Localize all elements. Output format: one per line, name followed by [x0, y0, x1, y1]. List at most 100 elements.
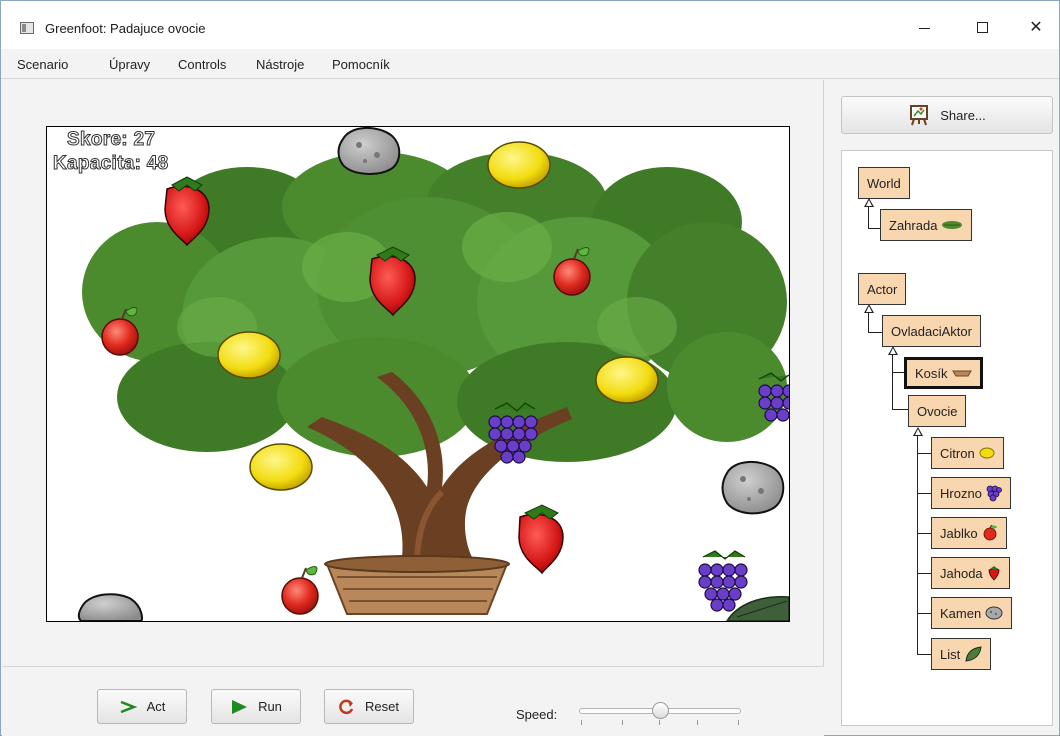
slider-tick: [738, 720, 739, 725]
reset-button[interactable]: Reset: [324, 689, 414, 724]
tree-connector: [917, 533, 931, 534]
share-label: Share...: [940, 107, 986, 123]
reset-label: Reset: [365, 699, 399, 714]
menu-bar: Scenario Úpravy Controls Nástroje Pomocn…: [1, 49, 1059, 79]
rock-icon: [985, 606, 1003, 620]
play-icon: [232, 699, 248, 714]
class-ovocie-label: Ovocie: [917, 403, 958, 419]
menu-pomocnik[interactable]: Pomocník: [332, 57, 390, 72]
class-kosik[interactable]: Kosík: [904, 357, 983, 389]
run-button[interactable]: Run: [211, 689, 301, 724]
easel-icon: [910, 105, 929, 126]
class-ovladaciaktor-label: OvladaciAktor: [891, 323, 972, 339]
tree-connector: [917, 654, 931, 655]
tree-connector: [917, 436, 918, 655]
rock-sprite: [337, 127, 401, 175]
slider-tick: [581, 720, 582, 725]
class-jahoda-label: Jahoda: [940, 565, 983, 581]
slider-tick: [622, 720, 623, 725]
tree-connector: [917, 613, 931, 614]
menu-controls[interactable]: Controls: [178, 57, 226, 72]
class-jahoda[interactable]: Jahoda: [931, 557, 1010, 589]
inherit-arrow: [888, 346, 898, 355]
tree-connector: [917, 493, 931, 494]
class-hrozno-label: Hrozno: [940, 485, 982, 501]
run-label: Run: [258, 699, 282, 714]
slider-tick: [697, 720, 698, 725]
leaf-icon: [965, 646, 982, 662]
lemon-sprite: [249, 443, 313, 491]
class-ovladaciaktor[interactable]: OvladaciAktor: [882, 315, 981, 347]
lemon-sprite: [595, 356, 659, 404]
menu-nastroje[interactable]: Nástroje: [256, 57, 304, 72]
class-jablko-label: Jablko: [940, 525, 978, 541]
class-list-label: List: [940, 646, 961, 662]
class-diagram: World Zahrada Actor OvladaciAktor Kosík …: [841, 150, 1053, 726]
tree-connector: [868, 207, 869, 229]
reset-icon: [339, 699, 354, 714]
tree-connector: [868, 228, 880, 229]
maximize-button[interactable]: [959, 9, 1005, 45]
speed-slider[interactable]: [579, 700, 741, 730]
tree-connector: [917, 453, 931, 454]
greenfoot-app-icon: [20, 22, 34, 34]
act-icon: [120, 700, 137, 713]
world-canvas[interactable]: Skore: 27 Kapacita: 48: [46, 126, 790, 622]
class-zahrada[interactable]: Zahrada: [880, 209, 973, 241]
app-window: Greenfoot: Padajuce ovocie ✕ Scenario Úp…: [0, 0, 1060, 736]
tree-connector: [917, 573, 931, 574]
rock-sprite: [77, 593, 143, 621]
class-world-label: World: [867, 175, 901, 191]
close-button[interactable]: ✕: [1013, 9, 1059, 45]
class-citron-label: Citron: [940, 445, 975, 461]
slider-tick: [659, 720, 660, 725]
class-citron[interactable]: Citron: [931, 437, 1004, 469]
minimize-icon: [918, 27, 930, 29]
score-label: Skore: 27: [66, 129, 156, 151]
speed-label: Speed:: [516, 707, 558, 722]
class-ovocie[interactable]: Ovocie: [908, 395, 967, 427]
strawberry-icon: [988, 566, 1000, 581]
grapes-sprite: [698, 550, 748, 612]
world-scene: [77, 127, 789, 621]
garden-icon: [942, 221, 963, 229]
lemon-sprite: [217, 331, 281, 379]
rock-sprite: [721, 461, 785, 515]
grapes-icon: [986, 485, 1002, 502]
apple-sprite: [281, 566, 319, 615]
inherit-arrow: [864, 198, 874, 207]
slider-thumb[interactable]: [652, 702, 669, 719]
act-button[interactable]: Act: [97, 689, 187, 724]
tree-connector: [892, 355, 893, 409]
share-button[interactable]: Share...: [841, 96, 1053, 134]
inherit-arrow: [864, 304, 874, 313]
menu-upravy[interactable]: Úpravy: [109, 57, 150, 72]
window-title: Greenfoot: Padajuce ovocie: [45, 21, 206, 36]
world-panel: Skore: 27 Kapacita: 48: [2, 80, 824, 666]
class-list[interactable]: List: [931, 638, 992, 670]
class-hrozno[interactable]: Hrozno: [931, 477, 1011, 509]
class-world[interactable]: World: [858, 167, 910, 199]
tree-connector: [892, 409, 908, 410]
capacity-label: Kapacita: 48: [53, 153, 169, 175]
minimize-button[interactable]: [901, 9, 947, 45]
class-actor[interactable]: Actor: [858, 273, 907, 305]
class-kamen[interactable]: Kamen: [931, 597, 1013, 629]
title-bar: Greenfoot: Padajuce ovocie ✕: [1, 1, 1059, 49]
class-jablko[interactable]: Jablko: [931, 517, 1007, 549]
act-label: Act: [146, 699, 166, 714]
close-icon: ✕: [1029, 19, 1043, 36]
tree-connector: [868, 332, 882, 333]
basket-icon: [951, 370, 972, 377]
control-bar: Act Run Reset Speed:: [2, 666, 824, 736]
maximize-icon: [976, 21, 988, 33]
lemon-sprite: [487, 141, 551, 189]
lemon-icon: [979, 447, 995, 459]
apple-icon: [983, 525, 997, 541]
class-kosik-label: Kosík: [915, 365, 948, 381]
class-zahrada-label: Zahrada: [889, 217, 938, 233]
class-actor-label: Actor: [867, 281, 898, 297]
menu-scenario[interactable]: Scenario: [17, 57, 68, 72]
class-kamen-label: Kamen: [940, 605, 982, 621]
tree-connector: [892, 372, 904, 373]
